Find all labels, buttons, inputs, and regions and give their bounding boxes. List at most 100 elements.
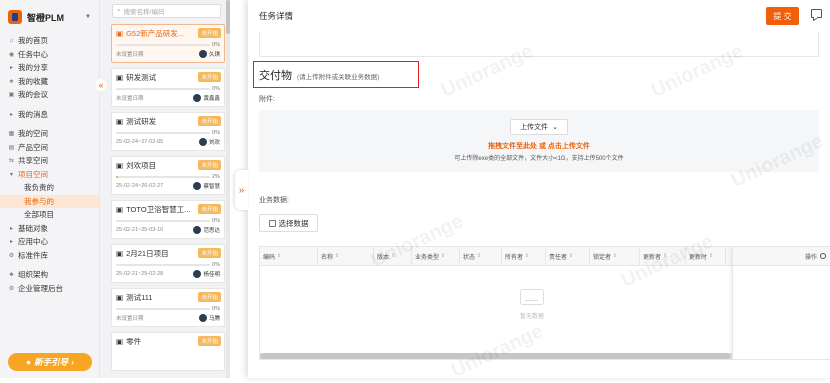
- column-header[interactable]: 状态 ⇕: [460, 247, 502, 265]
- progress-bar: [116, 220, 211, 222]
- list-scrollbar-thumb[interactable]: [226, 0, 230, 34]
- project-card[interactable]: ▣ 测试111 未开始 0% 未设置日期 马腾: [111, 288, 225, 327]
- nav-item-my-space[interactable]: ▦ 我的空间: [0, 127, 99, 141]
- operation-header: 操作: [733, 247, 830, 266]
- nav-menu: ⌂ 我的首页 ◉ 任务中心 ▸ 我的分享 ★ 我的收藏 ▣ 我的会议 ▸ 我的消息 ▦ 我的空…: [0, 34, 99, 295]
- project-card[interactable]: ▣ TOTO卫浴智慧工... 未开始 0% 25-02-21~25-03-10 范思达: [111, 200, 225, 239]
- table-horizontal-scrollbar[interactable]: [260, 353, 734, 359]
- caret-down-icon[interactable]: ▼: [85, 14, 91, 20]
- project-card[interactable]: ▣ 刘欢项目 未开始 2% 25-02-24~26-02-27 蔡智慧: [111, 156, 225, 195]
- nav-item-messages[interactable]: ▸ 我的消息: [0, 108, 99, 122]
- owner: 刘欢: [198, 138, 220, 146]
- column-header[interactable]: 锁定者 ⇕: [590, 247, 640, 265]
- brand[interactable]: 智橙PLM ▼: [0, 0, 99, 34]
- project-card[interactable]: ▣ 2月21日项目 未开始 0% 25-02-21~25-02-28 杨佳明: [111, 244, 225, 283]
- product-icon: ▤: [8, 144, 15, 151]
- nav-item-meetings[interactable]: ▣ 我的会议: [0, 88, 99, 102]
- column-header[interactable]: 版本 ⇕: [374, 247, 412, 265]
- owner: 黄鑫鑫: [193, 94, 220, 102]
- deliverables-hint: (请上传附件或关联业务数据): [297, 74, 380, 81]
- column-header[interactable]: 业务类型 ⇕: [412, 247, 460, 265]
- project-card[interactable]: ▣ 研发测试 未开始 0% 未设置日期 黄鑫鑫: [111, 68, 225, 107]
- nav-item-my-responsible[interactable]: 我负责的: [0, 181, 99, 195]
- guide-button[interactable]: ● 新手引导 ›: [8, 353, 92, 371]
- nav-item-task-center[interactable]: ◉ 任务中心: [0, 48, 99, 62]
- status-badge: 未开始: [198, 248, 221, 258]
- nav-item-admin[interactable]: ⚙ 企业管理后台: [0, 282, 99, 296]
- nav-item-standard-library[interactable]: ⚙ 标准件库: [0, 249, 99, 263]
- nav-item-base-objects[interactable]: ▸ 基础对象: [0, 222, 99, 236]
- avatar: [193, 94, 202, 102]
- empty-text: 暂无数据: [520, 314, 545, 320]
- column-header[interactable]: 名称 ⇕: [318, 247, 374, 265]
- nav-item-shared-space[interactable]: ⇆ 共享空间: [0, 154, 99, 168]
- column-header[interactable]: 更新时 ⇕: [686, 247, 726, 265]
- chevron-down-icon: ⌄: [552, 124, 558, 131]
- progress-bar: [116, 44, 211, 46]
- nav-item-all-projects[interactable]: 全部项目: [0, 208, 99, 222]
- status-badge: 未开始: [198, 204, 221, 214]
- nav-item-my-participated[interactable]: 我参与的: [0, 194, 99, 208]
- nav-item-product-space[interactable]: ▤ 产品空间: [0, 141, 99, 155]
- project-card[interactable]: ▣ 零件 未开始: [111, 332, 225, 371]
- nav-item-share[interactable]: ▸ 我的分享: [0, 61, 99, 75]
- status-badge: 未开始: [198, 292, 221, 302]
- share-space-icon: ⇆: [8, 158, 15, 165]
- nav-item-org[interactable]: ♣ 组织架构: [0, 268, 99, 282]
- status-badge: 未开始: [198, 336, 221, 346]
- sort-icon[interactable]: ⇕: [335, 253, 339, 259]
- nav-item-favorites[interactable]: ★ 我的收藏: [0, 75, 99, 89]
- owner: 杨佳明: [193, 270, 220, 278]
- sort-icon[interactable]: ⇕: [569, 253, 573, 259]
- sidebar: 智橙PLM ▼ ⌂ 我的首页 ◉ 任务中心 ▸ 我的分享 ★ 我的收藏 ▣ 我的会议 ▸ 我…: [0, 0, 100, 378]
- owner: 范思达: [193, 226, 220, 234]
- sort-icon[interactable]: ⇕: [391, 253, 395, 259]
- search-input[interactable]: ⌕ 搜索名称/编码: [112, 4, 221, 18]
- column-header[interactable]: 所有者 ⇕: [502, 247, 546, 265]
- business-data-label: 业务数据:: [259, 197, 289, 204]
- upload-file-button[interactable]: 上传文件 ⌄: [510, 119, 568, 135]
- progress: 0%: [116, 130, 220, 136]
- sort-icon[interactable]: ⇕: [613, 253, 617, 259]
- column-header[interactable]: 更新者 ⇕: [640, 247, 686, 265]
- project-card[interactable]: ▣ G52新产品研发... 未开始 0% 未设置日期 久琪: [111, 24, 225, 63]
- expand-drawer-button[interactable]: »: [235, 170, 248, 210]
- card-footer: 未设置日期 久琪: [116, 50, 220, 58]
- progress: 0%: [116, 218, 220, 224]
- column-header[interactable]: 责任者 ⇕: [546, 247, 590, 265]
- settings-icon[interactable]: [820, 253, 826, 259]
- date-range: 25-02-21~25-02-28: [116, 271, 164, 277]
- submit-button[interactable]: 提 交: [766, 7, 799, 25]
- progress-bar: [116, 88, 211, 90]
- project-card[interactable]: ▣ 测试研发 未开始 0% 25-02-24~27-02-05 刘欢: [111, 112, 225, 151]
- sort-icon[interactable]: ⇕: [277, 253, 281, 259]
- project-card-list: ▣ G52新产品研发... 未开始 0% 未设置日期 久琪 ▣ 研发测试 未开始 0% 未设置日期黄…: [100, 24, 229, 371]
- upload-dropzone[interactable]: 上传文件 ⌄ 拖拽文件至此处 或 点击上传文件 可上传除exe类的全部文件，文件…: [259, 110, 819, 172]
- upload-drag-text[interactable]: 拖拽文件至此处 或 点击上传文件: [259, 141, 819, 151]
- logo-icon: [8, 10, 22, 24]
- card-footer: 25-02-21~25-03-10 范思达: [116, 226, 220, 234]
- sort-icon[interactable]: ⇕: [441, 253, 445, 259]
- owner: 马腾: [198, 314, 220, 322]
- progress: 0%: [116, 262, 220, 268]
- sort-icon[interactable]: ⇕: [477, 253, 481, 259]
- sort-icon[interactable]: ⇕: [709, 253, 713, 259]
- sort-icon[interactable]: ⇕: [525, 253, 529, 259]
- choose-data-button[interactable]: 选择数据: [259, 214, 318, 232]
- card-footer: 未设置日期 黄鑫鑫: [116, 94, 220, 102]
- comment-icon[interactable]: [811, 9, 822, 18]
- list-scrollbar[interactable]: [226, 0, 230, 378]
- status-badge: 未开始: [198, 28, 221, 38]
- column-header[interactable]: 编码 ⇕: [260, 247, 318, 265]
- progress-bar: [116, 132, 211, 134]
- progress: 0%: [116, 42, 220, 48]
- library-icon: ⚙: [8, 252, 15, 259]
- nav-item-home[interactable]: ⌂ 我的首页: [0, 34, 99, 48]
- sort-icon[interactable]: ⇕: [663, 253, 667, 259]
- nav-item-app-center[interactable]: ▸ 应用中心: [0, 235, 99, 249]
- nav-item-project-space[interactable]: ▾ 项目空间: [0, 168, 99, 182]
- content-box: [259, 32, 819, 57]
- attachment-label: 附件:: [259, 96, 275, 103]
- collapse-sidebar-button[interactable]: «: [94, 78, 108, 92]
- task-icon: ◉: [8, 51, 15, 58]
